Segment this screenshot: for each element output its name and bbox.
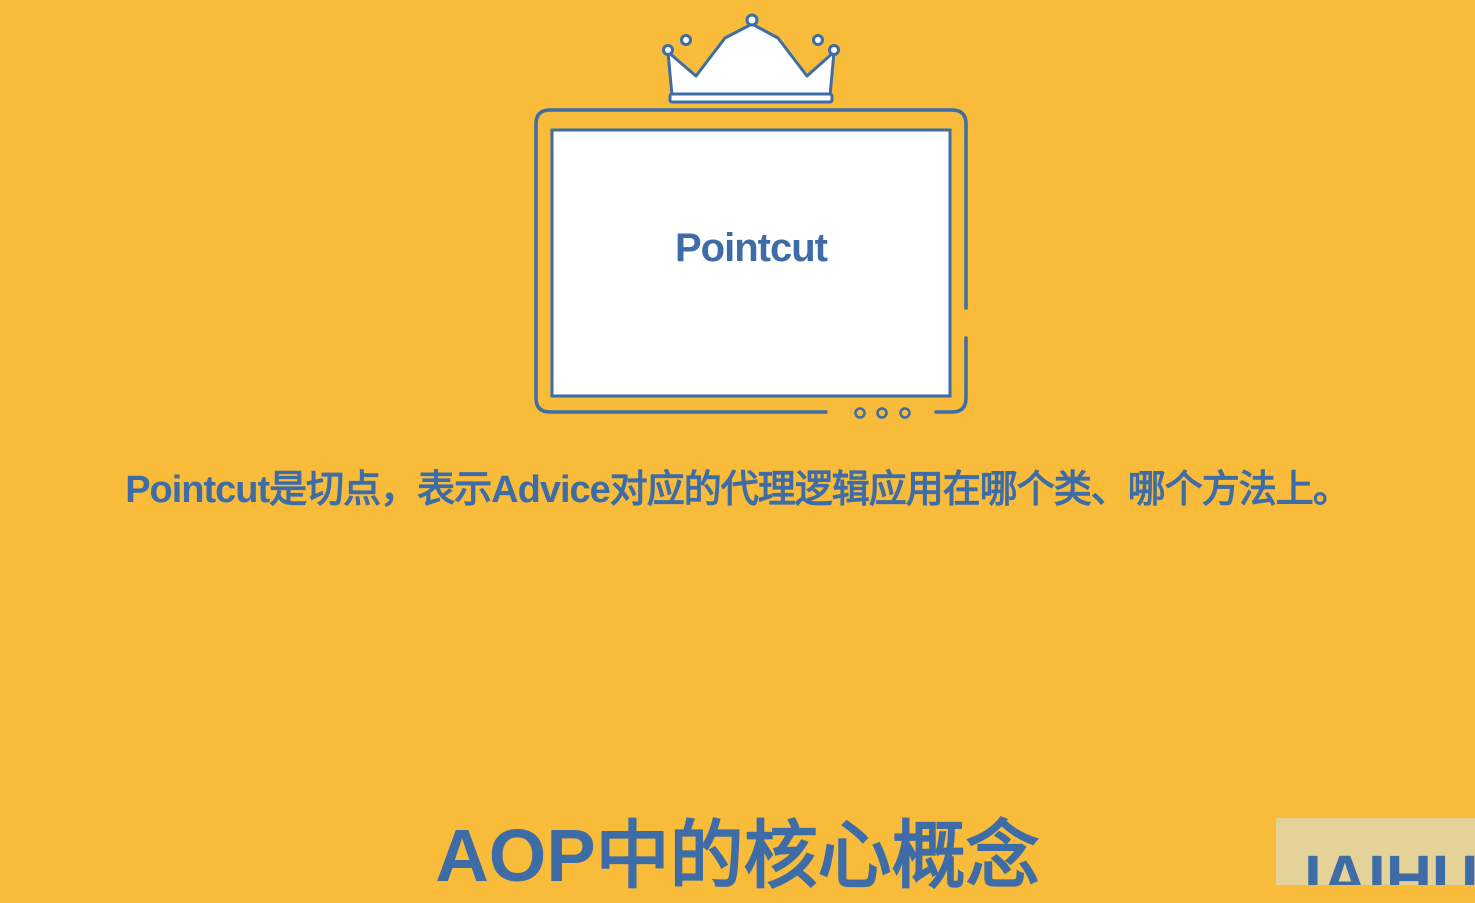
svg-text:IAIHU: IAIHU bbox=[1304, 842, 1475, 885]
pointcut-description: Pointcut是切点，表示Advice对应的代理逻辑应用在哪个类、哪个方法上。 bbox=[125, 469, 1351, 511]
monitor-illustration bbox=[534, 13, 968, 419]
page-title: AOP中的核心概念 bbox=[435, 814, 1040, 897]
crown-icon bbox=[662, 13, 840, 104]
watermark-logo: IAIHU bbox=[1276, 818, 1475, 885]
monitor-indicator-dots bbox=[854, 407, 911, 419]
slide: Pointcut Pointcut是切点，表示Advice对应的代理逻辑应用在哪… bbox=[0, 0, 1475, 897]
screen-label: Pointcut bbox=[675, 226, 828, 270]
